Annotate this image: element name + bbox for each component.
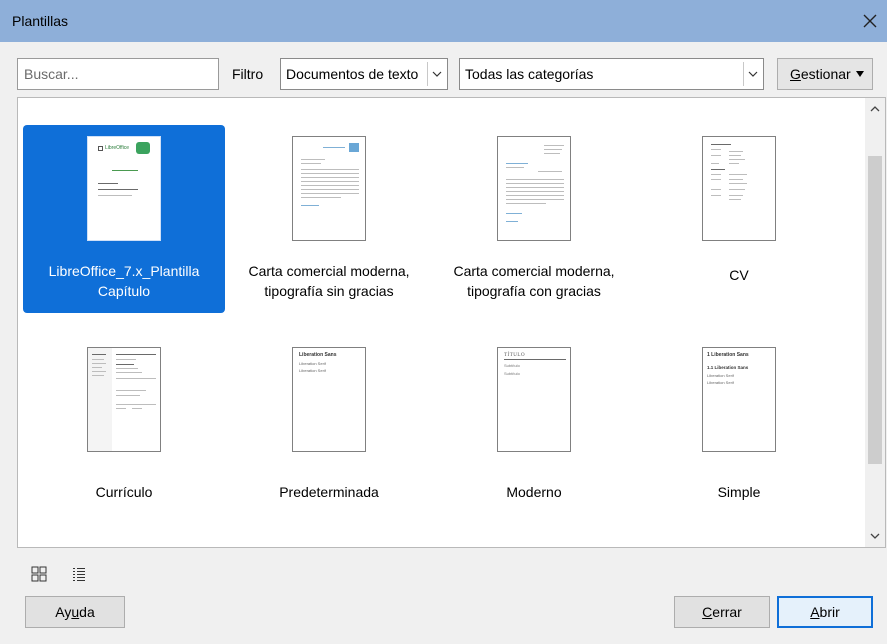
template-label: LibreOffice_7.x_Plantilla Capítulo: [48, 263, 200, 299]
template-thumbnail: 1 Liberation Sans 1.1 Liberation Sans Li…: [702, 347, 776, 452]
template-label: Moderno: [506, 484, 562, 500]
template-label: Carta comercial moderna, tipografía con …: [453, 263, 615, 299]
preview-subtitle: Subtítulo: [504, 371, 520, 376]
close-mnemonic: C: [702, 604, 713, 620]
scrollbar-thumb[interactable]: [868, 156, 882, 464]
preview-body: Liberation Serif: [707, 380, 734, 385]
help-label-rest: da: [79, 604, 95, 620]
template-label: Predeterminada: [279, 484, 379, 500]
chevron-down-icon[interactable]: [743, 62, 761, 86]
document-type-value: Documentos de texto: [286, 66, 419, 82]
chevron-down-icon[interactable]: [427, 62, 445, 86]
manage-button[interactable]: Gestionar: [777, 58, 873, 90]
preview-heading: 1 Liberation Sans: [707, 352, 749, 358]
close-label: errar: [712, 604, 742, 620]
template-label: Currículo: [95, 484, 153, 500]
scroll-down-icon[interactable]: [865, 527, 885, 545]
open-mnemonic: A: [810, 604, 820, 620]
template-tile[interactable]: Currículo: [23, 336, 225, 524]
template-label: CV: [729, 267, 749, 283]
filter-label: Filtro: [232, 66, 264, 82]
preview-body: Liberation Serif: [299, 368, 326, 373]
template-tile[interactable]: 1 Liberation Sans 1.1 Liberation Sans Li…: [638, 336, 840, 524]
manage-mnemonic: G: [790, 66, 801, 82]
template-thumbnail: [292, 136, 366, 241]
document-type-select[interactable]: Documentos de texto: [280, 58, 448, 90]
toolbar: Filtro Documentos de texto Todas las cat…: [0, 58, 887, 90]
preview-body: Liberation Serif: [299, 361, 326, 366]
preview-heading: 1.1 Liberation Sans: [707, 365, 749, 370]
list-view-icon[interactable]: [70, 565, 88, 583]
template-tile[interactable]: TÍTULO Subtítulo Subtítulo Moderno: [433, 336, 635, 524]
category-select[interactable]: Todas las categorías: [459, 58, 764, 90]
preview-logo-text: LibreOffice: [105, 145, 130, 151]
template-tile[interactable]: LibreOffice LibreOffice_7.x_Plantilla Ca…: [23, 125, 225, 313]
template-thumbnail: LibreOffice: [87, 136, 161, 241]
help-button[interactable]: Ay u da: [25, 596, 125, 628]
open-label: brir: [819, 604, 840, 620]
manage-label: estionar: [800, 66, 851, 82]
close-icon[interactable]: [859, 10, 881, 32]
template-tile[interactable]: Carta comercial moderna, tipografía con …: [433, 125, 635, 313]
vertical-scrollbar[interactable]: [865, 98, 885, 547]
help-label: Ay: [55, 604, 72, 620]
view-mode-switcher: [30, 565, 88, 583]
template-thumbnail: [702, 136, 776, 241]
category-value: Todas las categorías: [465, 66, 594, 82]
template-thumbnail: [497, 136, 571, 241]
template-thumbnail: TÍTULO Subtítulo Subtítulo: [497, 347, 571, 452]
window-title: Plantillas: [12, 13, 69, 29]
scroll-up-icon[interactable]: [865, 100, 885, 118]
template-tile[interactable]: Carta comercial moderna, tipografía sin …: [228, 125, 430, 313]
preview-heading: Liberation Sans: [299, 352, 337, 358]
template-tile[interactable]: Liberation Sans Liberation Serif Liberat…: [228, 336, 430, 524]
thumbnail-view-icon[interactable]: [30, 565, 48, 583]
open-button[interactable]: Abrir: [777, 596, 873, 628]
preview-title: TÍTULO: [504, 353, 526, 358]
caret-down-icon: [856, 71, 864, 77]
template-label: Simple: [717, 484, 761, 500]
close-button[interactable]: Cerrar: [674, 596, 770, 628]
template-label: Carta comercial moderna, tipografía sin …: [248, 263, 410, 299]
template-tile[interactable]: CV: [638, 125, 840, 313]
template-thumbnail: Liberation Sans Liberation Serif Liberat…: [292, 347, 366, 452]
search-input[interactable]: [17, 58, 219, 90]
title-bar: Plantillas: [0, 0, 887, 42]
template-thumbnail: [87, 347, 161, 452]
help-mnemonic: u: [71, 604, 80, 620]
preview-body: Liberation Serif: [707, 373, 734, 378]
preview-subtitle: Subtítulo: [504, 363, 520, 368]
template-view[interactable]: LibreOffice LibreOffice_7.x_Plantilla Ca…: [17, 97, 886, 548]
